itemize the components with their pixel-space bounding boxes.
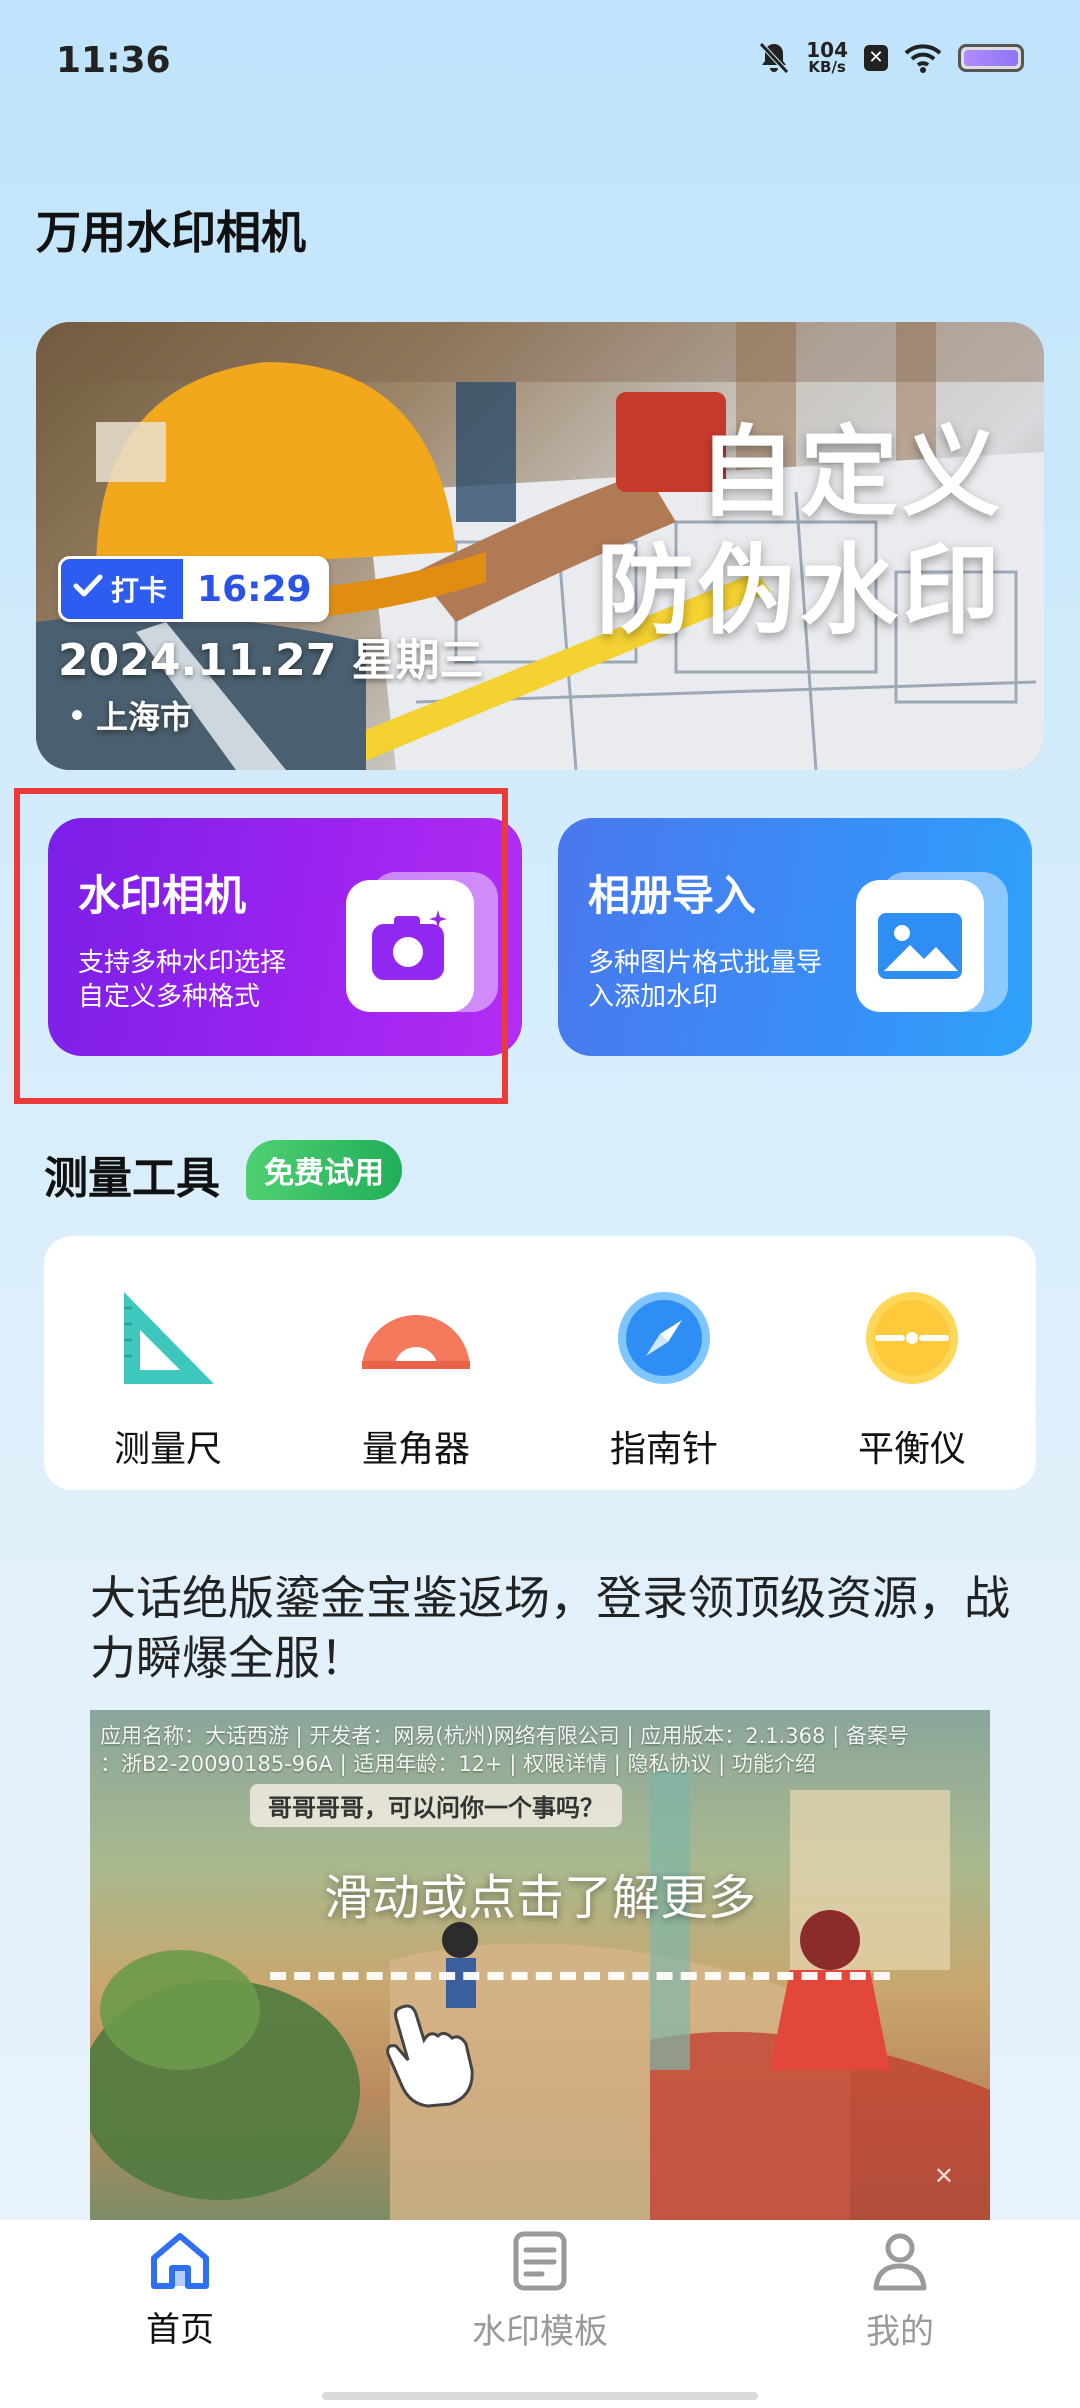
ruler-triangle-icon [108, 1286, 228, 1390]
checkin-time: 16:29 [183, 559, 326, 619]
banner-date: 2024.11.27 星期三 [58, 635, 484, 686]
banner-headline-line1: 自定义 [697, 416, 1004, 530]
nav-profile[interactable]: 我的 [770, 2230, 1030, 2353]
ad-close-icon[interactable]: ✕ [934, 2162, 954, 2190]
album-card-desc-line2: 入添加水印 [588, 982, 719, 1012]
album-import-card[interactable]: 相册导入 多种图片格式批量导 入添加水印 [558, 818, 1032, 1056]
location-dot-icon [72, 710, 82, 720]
notification-x-icon: ✕ [864, 44, 888, 71]
ad-video[interactable]: 应用名称：大话西游 | 开发者：网易(杭州)网络有限公司 | 应用版本：2.1.… [90, 1710, 990, 2220]
album-card-desc: 多种图片格式批量导 入添加水印 [588, 946, 848, 1014]
tool-compass[interactable]: 指南针 [540, 1236, 788, 1490]
album-card-desc-line1: 多种图片格式批量导 [588, 948, 823, 978]
net-speed-unit: KB/s [808, 58, 846, 76]
ad-cta[interactable]: 滑动或点击了解更多 [90, 1858, 990, 1928]
check-icon [73, 573, 103, 606]
album-card-title: 相册导入 [588, 871, 757, 920]
status-icons: 104 KB/s ✕ [758, 40, 1024, 75]
tool-protractor-label: 量角器 [361, 1429, 470, 1470]
checkin-label: 打卡 [111, 574, 168, 607]
hand-pointer-icon [380, 2000, 490, 2114]
banner-headline-line2: 防伪水印 [595, 534, 1004, 648]
nav-profile-label: 我的 [866, 2312, 934, 2352]
promo-banner[interactable]: 自定义 防伪水印 打卡 16:29 2024.11.27 星期三 上海市 [36, 322, 1044, 770]
ad-app-info: 应用名称：大话西游 | 开发者：网易(杭州)网络有限公司 | 应用版本：2.1.… [100, 1722, 980, 1778]
template-icon [510, 2230, 570, 2292]
ad-headline[interactable]: 大话绝版鎏金宝鉴返场，登录领顶级资源，战力瞬爆全服！ [90, 1568, 1010, 1688]
bottom-nav: 首页 水印模板 我的 [0, 2220, 1080, 2408]
checkin-label-wrap: 打卡 [61, 559, 184, 619]
battery-icon [958, 43, 1024, 72]
tool-ruler-label: 测量尺 [113, 1429, 222, 1470]
ad-swipe-line [270, 1972, 890, 1980]
tool-level-label: 平衡仪 [857, 1429, 966, 1470]
bell-mute-icon [758, 41, 790, 75]
banner-location: 上海市 [72, 692, 192, 738]
camera-card-highlight [14, 788, 508, 1104]
tool-level[interactable]: 平衡仪 [788, 1236, 1036, 1490]
status-bar: 11:36 104 KB/s ✕ [0, 0, 1080, 130]
protractor-icon [356, 1286, 476, 1390]
wifi-icon [904, 43, 942, 73]
net-speed-value: 104 [806, 38, 848, 62]
status-time: 11:36 [56, 40, 171, 81]
measure-tools-panel: 测量尺 量角器 指南针 平衡仪 [44, 1236, 1036, 1490]
nav-home[interactable]: 首页 [50, 2230, 310, 2351]
home-indicator[interactable] [322, 2392, 758, 2400]
measure-tools-title: 测量工具 [44, 1153, 220, 1204]
tool-compass-label: 指南针 [609, 1429, 718, 1470]
banner-location-text: 上海市 [96, 698, 193, 736]
tool-ruler[interactable]: 测量尺 [44, 1236, 292, 1490]
profile-icon [870, 2230, 930, 2292]
ad-speech-bubble: 哥哥哥哥，可以问你一个事吗？ [250, 1784, 622, 1827]
network-speed: 104 KB/s [806, 40, 848, 75]
nav-home-label: 首页 [146, 2310, 214, 2350]
app-title: 万用水印相机 [36, 206, 307, 259]
album-card-icon-wrap [856, 872, 1008, 1012]
image-icon [856, 880, 984, 1012]
home-icon [148, 2230, 212, 2290]
compass-icon [604, 1286, 724, 1390]
banner-headline: 自定义 防伪水印 [596, 414, 1004, 650]
free-trial-badge: 免费试用 [246, 1140, 402, 1200]
nav-templates-label: 水印模板 [472, 2312, 608, 2352]
ad-info-line1: 应用名称：大话西游 | 开发者：网易(杭州)网络有限公司 | 应用版本：2.1.… [100, 1724, 909, 1748]
ad-info-line2: ：浙B2-20090185-96A | 适用年龄：12+ | 权限详情 | 隐私… [100, 1752, 816, 1776]
nav-templates[interactable]: 水印模板 [410, 2230, 670, 2353]
level-icon [852, 1286, 972, 1390]
tool-protractor[interactable]: 量角器 [292, 1236, 540, 1490]
checkin-badge: 打卡 16:29 [58, 556, 329, 622]
